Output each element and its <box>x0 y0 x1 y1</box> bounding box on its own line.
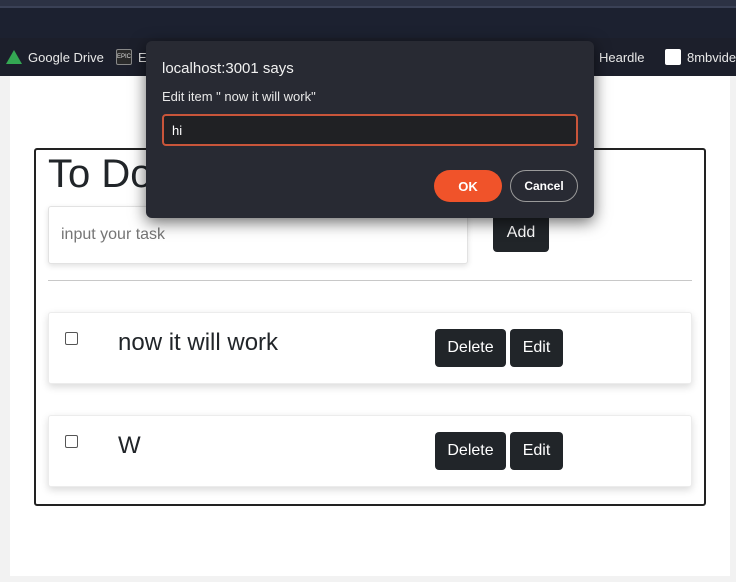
bookmark-8mb[interactable]: 8mbvide <box>665 38 736 76</box>
google-drive-icon <box>6 50 22 64</box>
cancel-button[interactable]: Cancel <box>510 170 578 202</box>
item-text: now it will work <box>118 329 279 356</box>
bookmark-heardle[interactable]: Heardle <box>587 38 645 76</box>
divider <box>48 280 692 281</box>
delete-button[interactable]: Delete <box>435 329 506 367</box>
dialog-title: localhost:3001 says <box>162 60 294 77</box>
epic-games-icon: EPIC <box>116 49 132 65</box>
dialog-message: Edit item " now it will work" <box>162 89 316 104</box>
browser-tab-strip <box>0 0 736 38</box>
prompt-dialog: localhost:3001 says Edit item " now it w… <box>146 41 594 218</box>
bookmark-google-drive[interactable]: Google Drive <box>6 38 104 76</box>
page-title: To Do <box>48 152 153 196</box>
item-checkbox[interactable] <box>65 332 78 345</box>
edit-button[interactable]: Edit <box>510 329 563 367</box>
8mb-icon <box>665 49 681 65</box>
item-checkbox[interactable] <box>65 435 78 448</box>
list-item: now it will work Delete Edit <box>48 312 692 384</box>
dialog-input[interactable] <box>162 114 578 146</box>
item-text: W <box>118 432 141 459</box>
add-button[interactable]: Add <box>493 214 549 252</box>
delete-button[interactable]: Delete <box>435 432 506 470</box>
edit-button[interactable]: Edit <box>510 432 563 470</box>
ok-button[interactable]: OK <box>434 170 502 202</box>
tab-strip-border <box>0 6 736 8</box>
list-item: W Delete Edit <box>48 415 692 487</box>
